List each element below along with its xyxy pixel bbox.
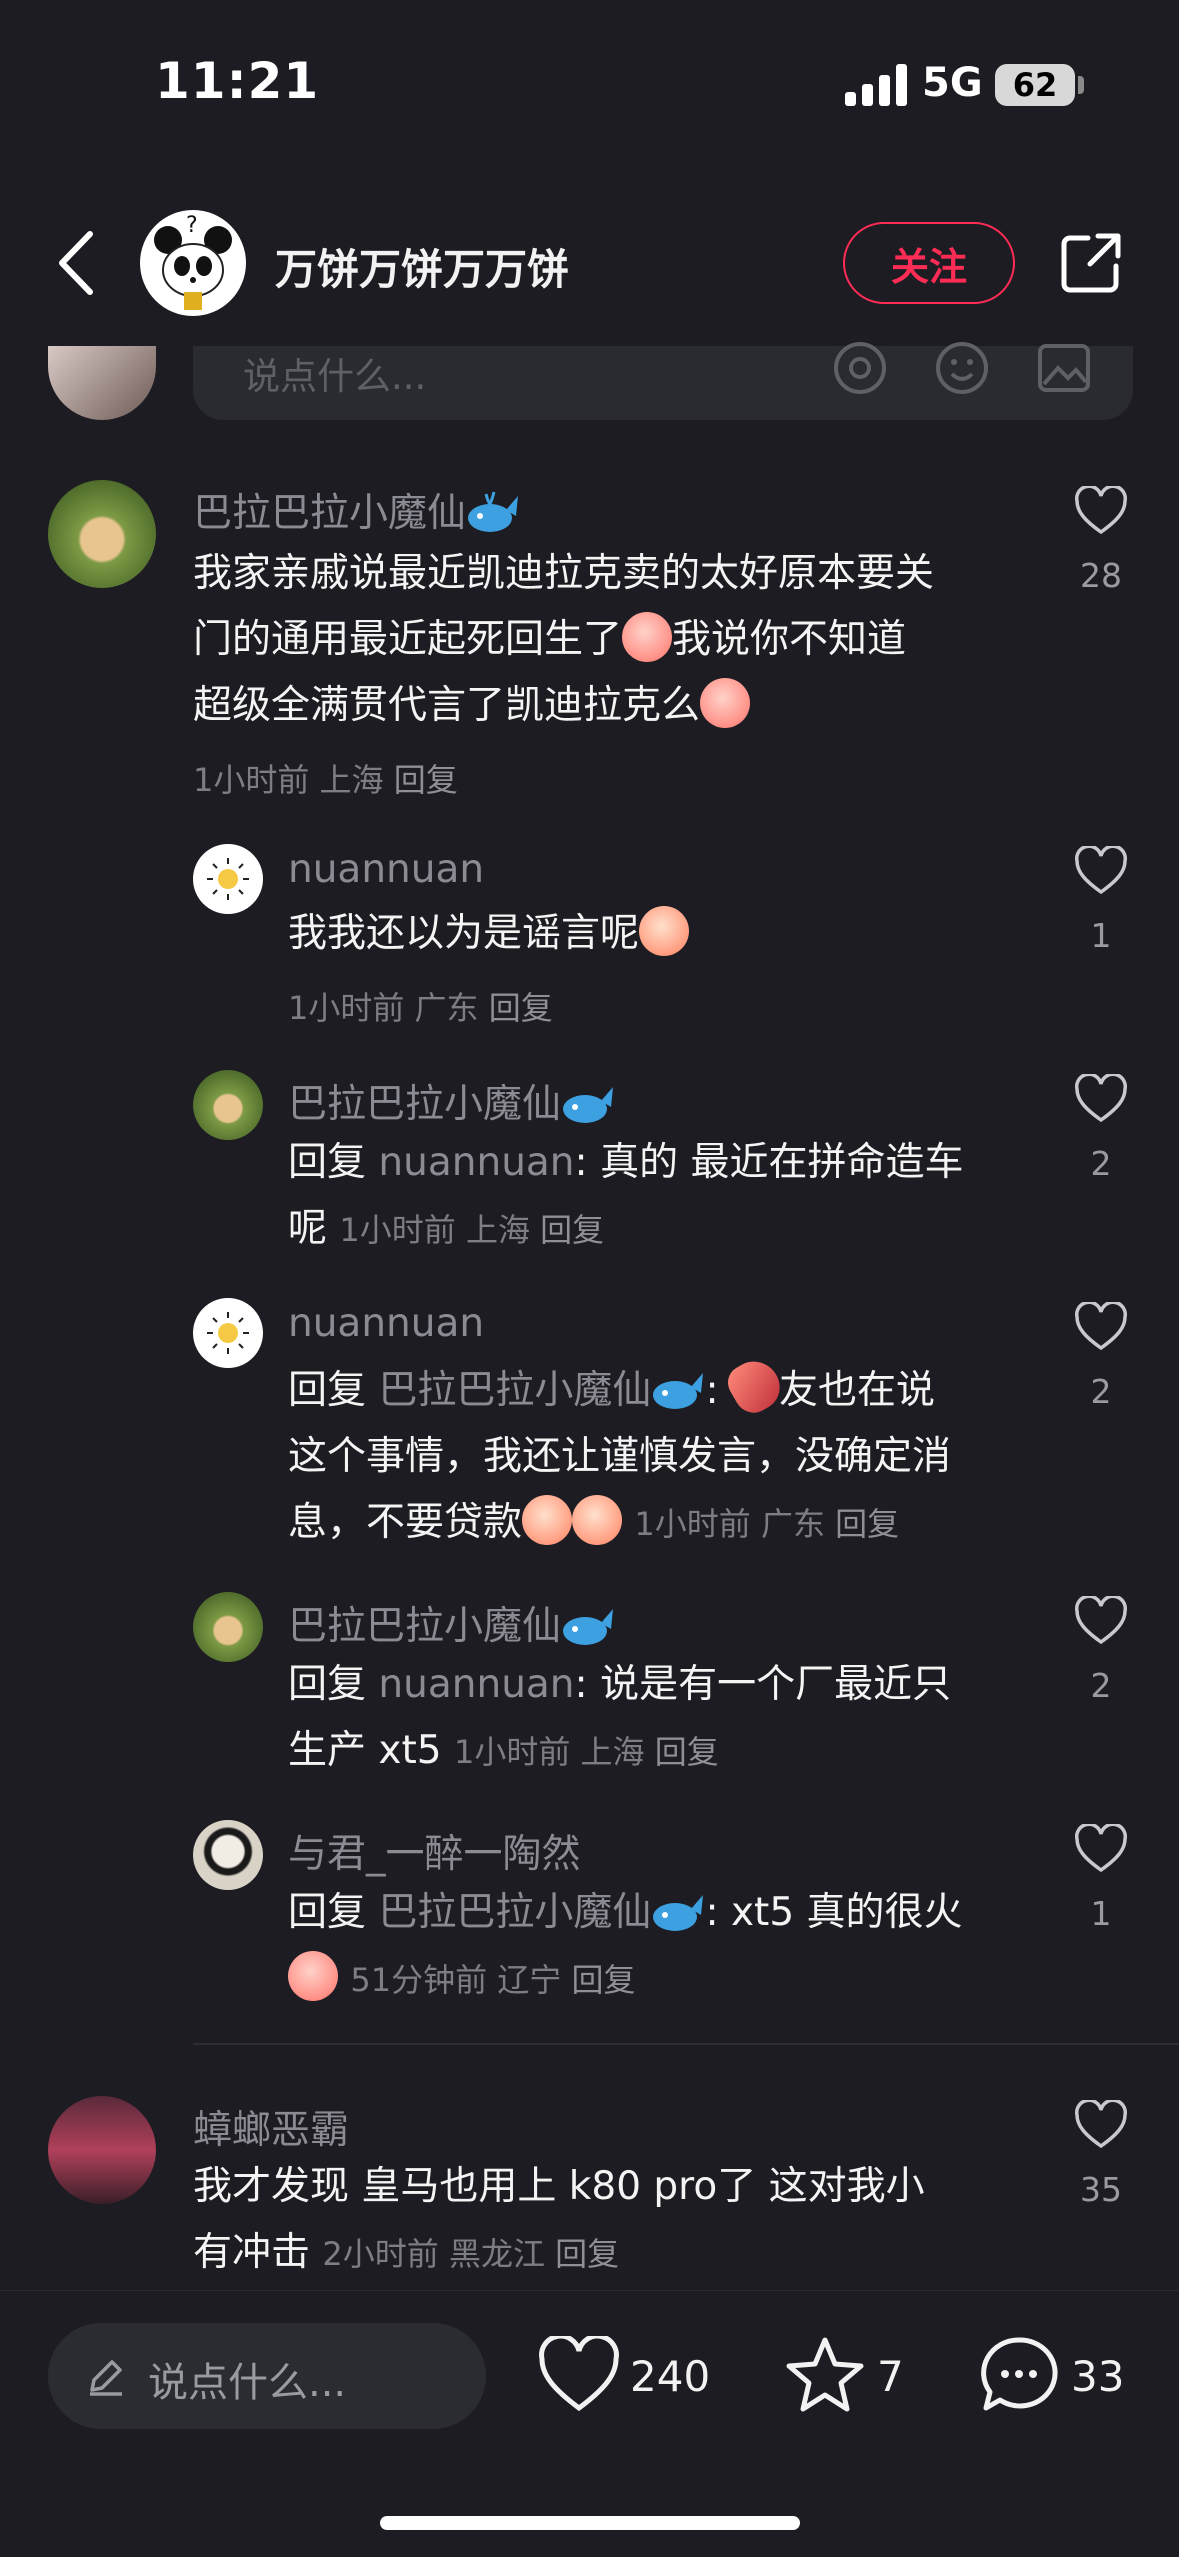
author-avatar[interactable]: ?	[140, 210, 246, 316]
avatar[interactable]	[48, 480, 156, 588]
peek-avatar	[48, 346, 156, 420]
comment-input-placeholder: 说点什么...	[148, 2360, 347, 2406]
comment-author[interactable]: 巴拉巴拉小魔仙	[193, 482, 520, 538]
battery-tip	[1078, 76, 1084, 94]
reply-link[interactable]: 回复	[572, 1961, 636, 1999]
reply-link[interactable]: 回复	[489, 989, 553, 1027]
comment-meta: 1小时前 上海 回复	[193, 761, 458, 799]
heart-icon[interactable]	[1074, 1074, 1128, 1124]
comment-icon[interactable]	[978, 2334, 1060, 2416]
comment-author[interactable]: nuannuan	[288, 1301, 484, 1346]
peach-emoji-icon	[622, 612, 673, 662]
avatar[interactable]	[193, 1298, 263, 1368]
comment-text: 回复 巴拉巴拉小魔仙: 友也在说 这个事情，我还让谨慎发言，没确定消 息，不要贷…	[288, 1352, 1048, 1557]
comment-text: 我才发现 皇马也用上 k80 pro了 这对我小 有冲击 2小时前 黑龙江 回复	[193, 2164, 925, 2275]
comment-input-top-placeholder: 说点什么...	[243, 355, 427, 398]
total-likes: 240	[630, 2352, 711, 2401]
avatar[interactable]	[48, 2096, 156, 2204]
mention-icon[interactable]	[832, 340, 888, 396]
like-count: 2	[1090, 1144, 1112, 1183]
comment-text: 我家亲戚说最近凯迪拉克卖的太好原本要关 门的通用最近起死回生了 我说你不知道 超级…	[193, 551, 935, 728]
follow-button[interactable]: 关注	[843, 222, 1015, 304]
network-type: 5G	[922, 60, 983, 106]
like-count: 2	[1090, 1666, 1112, 1705]
like-count: 35	[1080, 2170, 1122, 2209]
comment-text: 我我还以为是谣言呢	[288, 901, 690, 967]
reply-target[interactable]: 巴拉巴拉小魔仙	[378, 1368, 705, 1413]
reply-link[interactable]: 回复	[655, 1733, 719, 1771]
sun-icon	[207, 1312, 249, 1354]
heart-icon[interactable]	[1074, 1596, 1128, 1646]
heart-icon[interactable]	[1074, 2100, 1128, 2150]
crying-emoji-icon	[639, 906, 690, 956]
whale-emoji-icon	[468, 491, 519, 532]
comment-author[interactable]: 巴拉巴拉小魔仙	[288, 1073, 615, 1129]
sun-icon	[207, 858, 249, 900]
divider	[193, 2043, 1179, 2045]
star-icon[interactable]	[785, 2336, 865, 2414]
whale-emoji-icon	[653, 1895, 704, 1931]
heart-icon[interactable]	[1074, 1824, 1128, 1874]
reply-target[interactable]: 巴拉巴拉小魔仙	[378, 1890, 705, 1935]
comment-author[interactable]: 与君_一醉一陶然	[288, 1823, 581, 1879]
like-count: 28	[1080, 556, 1122, 595]
whale-emoji-icon	[563, 1609, 614, 1645]
like-count: 1	[1090, 1894, 1112, 1933]
comment-text: 回复 nuannuan: 说是有一个厂最近只 生产 xt5 1小时前 上海 回复	[288, 1662, 952, 1773]
reply-target[interactable]: nuannuan	[378, 1140, 574, 1185]
battery-icon: 62	[995, 64, 1075, 106]
crying-emoji-icon	[572, 1495, 623, 1545]
emoji-icon[interactable]	[934, 340, 990, 396]
peach-emoji-icon	[288, 1951, 338, 2001]
heart-icon[interactable]	[1074, 846, 1128, 896]
author-name[interactable]: 万饼万饼万万饼	[275, 236, 569, 297]
avatar[interactable]	[193, 1070, 263, 1140]
avatar[interactable]	[193, 1592, 263, 1662]
comment-author[interactable]: 蟑螂恶霸	[193, 2099, 349, 2155]
reply-link[interactable]: 回复	[540, 1211, 604, 1249]
like-count: 1	[1090, 916, 1112, 955]
total-comments: 33	[1071, 2352, 1125, 2401]
signal-icon	[845, 64, 907, 106]
like-icon[interactable]	[538, 2336, 620, 2414]
comment-author[interactable]: 巴拉巴拉小魔仙	[288, 1595, 615, 1651]
peach-emoji-icon	[700, 678, 751, 728]
avatar[interactable]	[193, 1820, 263, 1890]
heart-icon[interactable]	[1074, 486, 1128, 536]
comment-meta: 1小时前 广东 回复	[288, 989, 553, 1027]
reply-link[interactable]: 回复	[835, 1505, 899, 1543]
reply-link[interactable]: 回复	[394, 761, 458, 799]
comment-text: 回复 巴拉巴拉小魔仙: xt5 真的很火 51分钟前 辽宁 回复	[288, 1880, 1048, 2013]
home-indicator	[380, 2516, 800, 2530]
whale-emoji-icon	[653, 1373, 704, 1409]
reply-target[interactable]: nuannuan	[378, 1662, 574, 1707]
svg-text:?: ?	[186, 213, 198, 238]
comment-author[interactable]: nuannuan	[288, 847, 484, 892]
crying-emoji-icon	[522, 1495, 573, 1545]
status-time: 11:21	[155, 52, 320, 110]
share-icon[interactable]	[1060, 232, 1122, 294]
image-icon[interactable]	[1036, 340, 1092, 396]
comment-text: 回复 nuannuan: 真的 最近在拼命造车 呢 1小时前 上海 回复	[288, 1140, 964, 1251]
like-count: 2	[1090, 1372, 1112, 1411]
total-stars: 7	[877, 2352, 904, 2401]
reply-link[interactable]: 回复	[555, 2235, 619, 2273]
heart-icon[interactable]	[1074, 1302, 1128, 1352]
avatar[interactable]	[193, 844, 263, 914]
back-icon[interactable]	[50, 228, 104, 298]
whale-emoji-icon	[563, 1087, 614, 1123]
pencil-icon	[90, 2360, 122, 2396]
